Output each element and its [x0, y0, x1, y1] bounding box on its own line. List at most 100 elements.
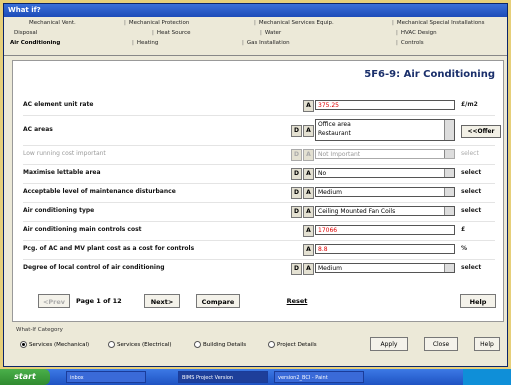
radio-label: Building Details [203, 342, 247, 348]
lettable-area-a-button[interactable]: A [303, 168, 314, 180]
radio-dot[interactable] [268, 341, 275, 348]
taskbar-item-bims[interactable]: BIMS Project Version [178, 371, 268, 383]
pcg-controls-a-button[interactable]: A [303, 244, 314, 256]
tab-water[interactable]: Water [260, 30, 281, 36]
window-title: What if? [4, 4, 507, 17]
ac-type-d-button[interactable]: D [291, 206, 302, 218]
tab-mechanical-special-installations[interactable]: Mechanical Special Installations [392, 20, 485, 26]
local-control-a-button[interactable]: A [303, 263, 314, 275]
tab-mechanical-vent[interactable]: Mechanical Vent. [29, 20, 76, 26]
compare-button[interactable]: Compare [196, 294, 240, 308]
radio-label: Services (Mechanical) [29, 342, 90, 348]
tab-heating[interactable]: Heating [132, 40, 159, 46]
divider [23, 145, 495, 146]
low-running-cost-d-button[interactable]: D [291, 149, 302, 161]
help-button[interactable]: Help [460, 294, 496, 308]
ac-unit-rate-a-button[interactable]: A [303, 100, 314, 112]
tab-mechanical-services-equip[interactable]: Mechanical Services Equip. [254, 20, 334, 26]
maintenance-d-button[interactable]: D [291, 187, 302, 199]
radio-label: Project Details [277, 342, 317, 348]
ac-areas-d-button[interactable]: D [291, 125, 302, 137]
low-running-cost-label: Low running cost important [23, 150, 106, 157]
local-control-unit: select [461, 264, 482, 271]
pcg-controls-input[interactable]: 8.8 [315, 244, 455, 254]
pager-bar: <Prev Page 1 of 12 Next> Compare Reset H… [12, 291, 504, 313]
ac-controls-cost-a-button[interactable]: A [303, 225, 314, 237]
tab-mechanical-protection[interactable]: Mechanical Protection [124, 20, 190, 26]
ac-controls-cost-label: Air conditioning main controls cost [23, 226, 142, 233]
maintenance-a-button[interactable]: A [303, 187, 314, 199]
radio-services-mechanical[interactable]: Services (Mechanical) [20, 341, 89, 348]
listbox-scrollbar[interactable] [444, 120, 454, 140]
row-ac-areas: AC areas D A Office area Restaurant <<Of… [23, 119, 501, 143]
ac-unit-rate-input[interactable]: 375.25 [315, 100, 455, 110]
radio-dot[interactable] [194, 341, 201, 348]
ac-type-a-button[interactable]: A [303, 206, 314, 218]
close-button[interactable]: Close [424, 337, 458, 351]
divider [23, 115, 495, 116]
local-control-select[interactable]: Medium [315, 263, 455, 273]
divider [23, 259, 495, 260]
pcg-controls-label: Pcg. of AC and MV plant cost as a cost f… [23, 245, 195, 252]
radio-services-electrical[interactable]: Services (Electrical) [108, 341, 172, 348]
maintenance-disturbance-label: Acceptable level of maintenance disturba… [23, 188, 176, 195]
panel-title: 5F6-9: Air Conditioning [364, 69, 495, 80]
low-running-cost-unit: select [461, 150, 479, 157]
divider [23, 164, 495, 165]
tab-heat-source[interactable]: Heat Source [152, 30, 191, 36]
divider [23, 202, 495, 203]
row-maintenance-disturbance: Acceptable level of maintenance disturba… [23, 186, 495, 200]
low-running-cost-select[interactable]: Not Important [315, 149, 455, 159]
row-maximise-lettable-area: Maximise lettable area D A No select [23, 167, 495, 181]
tab-hvac-design[interactable]: HVAC Design [396, 30, 437, 36]
apply-button[interactable]: Apply [370, 337, 408, 351]
what-if-category-group: What-If Category Services (Mechanical) S… [12, 327, 504, 359]
row-ac-element-unit-rate: AC element unit rate A 375.25 £/m2 [23, 99, 495, 113]
ac-type-select[interactable]: Ceiling Mounted Fan Coils [315, 206, 455, 216]
maintenance-unit: select [461, 188, 482, 195]
maintenance-select[interactable]: Medium [315, 187, 455, 197]
tab-strip: Mechanical Vent. Mechanical Protection M… [4, 17, 507, 56]
reset-button[interactable]: Reset [282, 294, 312, 308]
taskbar: start inbox BIMS Project Version version… [0, 369, 511, 385]
radio-dot[interactable] [108, 341, 115, 348]
local-control-d-button[interactable]: D [291, 263, 302, 275]
system-tray [463, 369, 511, 385]
what-if-window: What if? Mechanical Vent. Mechanical Pro… [3, 3, 508, 367]
lettable-area-unit: select [461, 169, 482, 176]
row-low-running-cost: Low running cost important D A Not Impor… [23, 148, 495, 162]
lettable-area-select[interactable]: No [315, 168, 455, 178]
prev-page-button[interactable]: <Prev [38, 294, 70, 308]
taskbar-item-inbox[interactable]: inbox [66, 371, 146, 383]
row-air-conditioning-type: Air conditioning type D A Ceiling Mounte… [23, 205, 495, 219]
radio-dot[interactable] [20, 341, 27, 348]
ac-type-label: Air conditioning type [23, 207, 95, 214]
next-page-button[interactable]: Next> [144, 294, 180, 308]
ac-area-item[interactable]: Restaurant [318, 129, 454, 138]
radio-project-details[interactable]: Project Details [268, 341, 317, 348]
start-button[interactable]: start [0, 369, 50, 385]
radio-label: Services (Electrical) [117, 342, 172, 348]
row-pcg-controls: Pcg. of AC and MV plant cost as a cost f… [23, 243, 495, 257]
ac-element-unit-rate-label: AC element unit rate [23, 101, 94, 108]
ac-controls-cost-input[interactable]: 17066 [315, 225, 455, 235]
lettable-area-d-button[interactable]: D [291, 168, 302, 180]
divider [23, 240, 495, 241]
air-conditioning-panel: 5F6-9: Air Conditioning AC element unit … [12, 60, 504, 322]
tab-air-conditioning[interactable]: Air Conditioning [10, 40, 60, 46]
tab-disposal[interactable]: Disposal [14, 30, 37, 36]
ac-unit-rate-unit: £/m2 [461, 101, 478, 108]
page-indicator: Page 1 of 12 [76, 297, 122, 305]
category-help-button[interactable]: Help [474, 337, 500, 351]
ac-controls-cost-unit: £ [461, 226, 466, 233]
ac-area-item[interactable]: Office area [318, 120, 454, 129]
ac-type-unit: select [461, 207, 482, 214]
radio-building-details[interactable]: Building Details [194, 341, 246, 348]
taskbar-item-paint[interactable]: version2_BCI - Paint [274, 371, 364, 383]
tab-gas-installation[interactable]: Gas Installation [242, 40, 290, 46]
ac-areas-listbox[interactable]: Office area Restaurant [315, 119, 455, 141]
ac-areas-a-button[interactable]: A [303, 125, 314, 137]
low-running-cost-a-button[interactable]: A [303, 149, 314, 161]
offer-button[interactable]: <<Offer [461, 125, 501, 138]
tab-controls[interactable]: Controls [396, 40, 424, 46]
